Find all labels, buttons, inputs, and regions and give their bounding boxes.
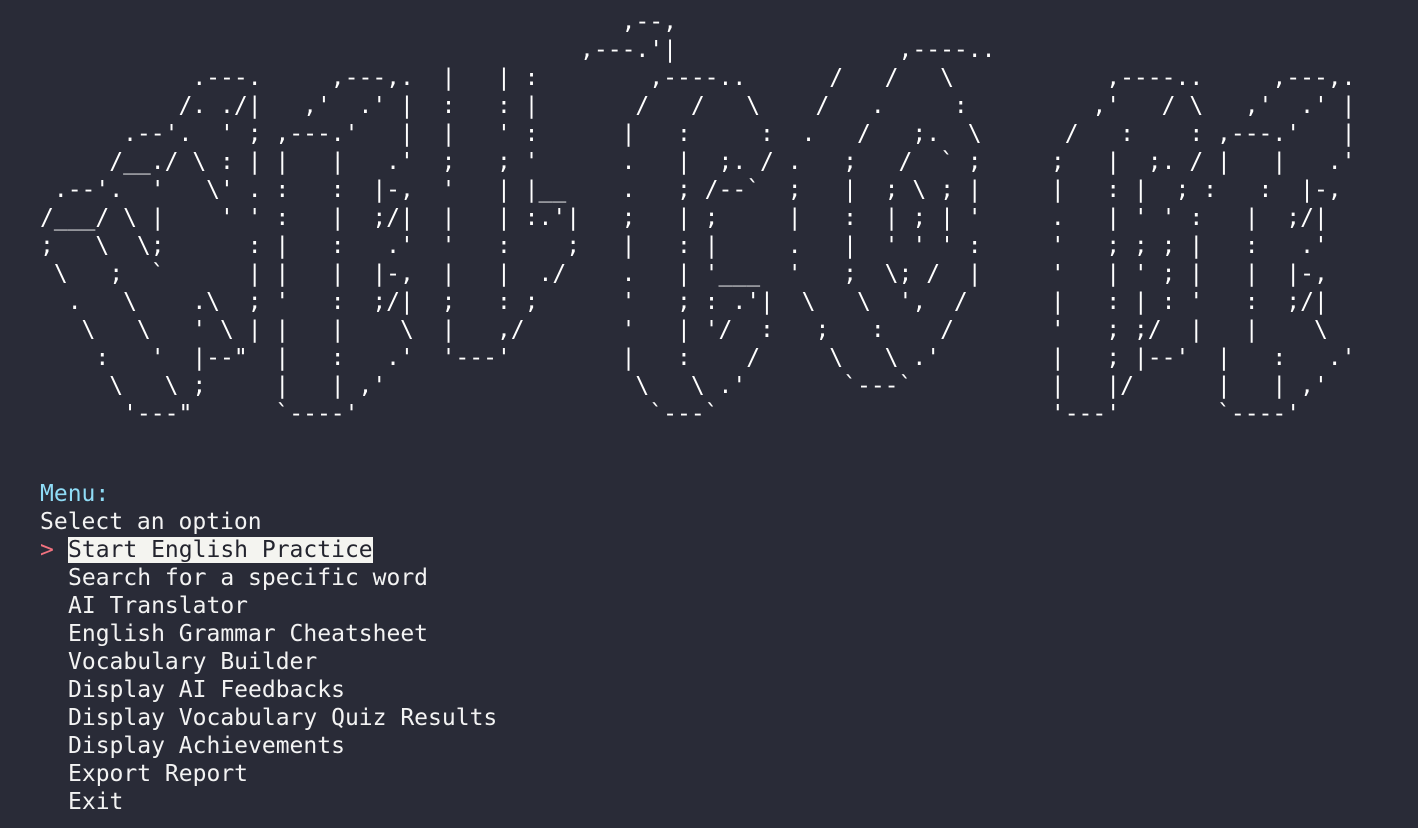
menu-option-label: Display Achievements [68, 733, 345, 759]
menu-option-label: Start English Practice [68, 537, 373, 563]
menu-option-label: Export Report [68, 761, 249, 787]
menu-option-label: Exit [68, 789, 124, 815]
menu-option-label: Display AI Feedbacks [68, 677, 345, 703]
menu-option-achievements[interactable]: Display Achievements [40, 732, 497, 760]
ascii-art-banner: ,--, ,---.'| ,----.. .---. ,---,. | | : … [40, 9, 1356, 427]
menu-option-label: Vocabulary Builder [68, 649, 318, 675]
menu-option-label: Display Vocabulary Quiz Results [68, 705, 498, 731]
menu-heading: Menu: [40, 481, 110, 507]
menu-option-label: Search for a specific word [68, 565, 429, 591]
menu-panel: Menu: Select an option > Start English Pr… [40, 480, 497, 816]
menu-options-list: > Start English Practice Search for a spe… [40, 536, 497, 816]
menu-option-exit[interactable]: Exit [40, 788, 497, 816]
menu-option-vocabulary-builder[interactable]: Vocabulary Builder [40, 648, 497, 676]
terminal-window: ,--, ,---.'| ,----.. .---. ,---,. | | : … [0, 0, 1418, 828]
menu-option-ai-feedbacks[interactable]: Display AI Feedbacks [40, 676, 497, 704]
menu-subtitle: Select an option [40, 509, 262, 535]
menu-option-quiz-results[interactable]: Display Vocabulary Quiz Results [40, 704, 497, 732]
menu-option-label: AI Translator [68, 593, 249, 619]
menu-option-start-english-practice[interactable]: > Start English Practice [40, 536, 497, 564]
menu-option-grammar-cheatsheet[interactable]: English Grammar Cheatsheet [40, 620, 497, 648]
menu-option-ai-translator[interactable]: AI Translator [40, 592, 497, 620]
menu-option-export-report[interactable]: Export Report [40, 760, 497, 788]
selection-cursor-icon: > [40, 537, 54, 563]
menu-option-label: English Grammar Cheatsheet [68, 621, 429, 647]
menu-option-search-word[interactable]: Search for a specific word [40, 564, 497, 592]
